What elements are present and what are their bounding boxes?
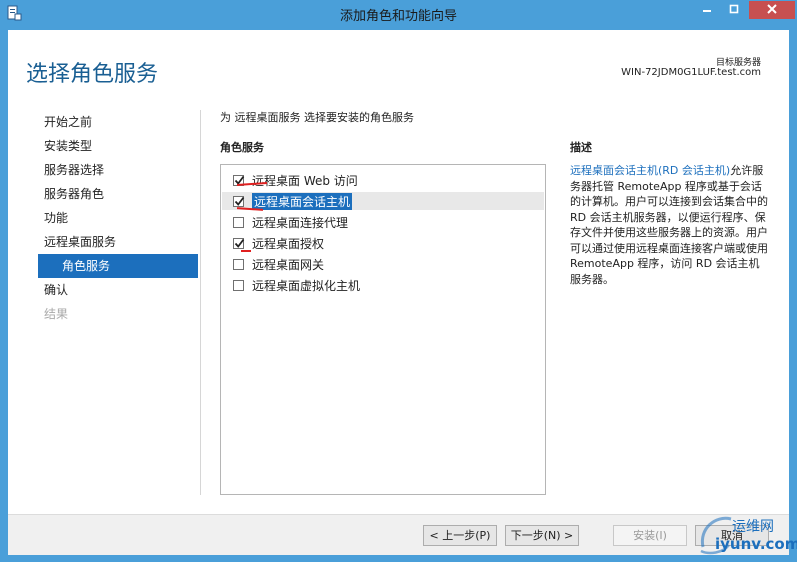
nav-item-confirmation[interactable]: 确认 bbox=[38, 278, 198, 302]
role-services-list[interactable]: 远程桌面 Web 访问 远程桌面会话主机 远程桌面连接代理 远程桌面授权 远程桌… bbox=[220, 164, 546, 495]
close-button[interactable] bbox=[749, 1, 795, 19]
nav-item-role-services[interactable]: 角色服务 bbox=[38, 254, 198, 278]
service-label: 远程桌面虚拟化主机 bbox=[252, 278, 361, 293]
minimize-icon bbox=[702, 3, 712, 17]
nav-item-remote-desktop-services[interactable]: 远程桌面服务 bbox=[38, 230, 198, 254]
service-label: 远程桌面连接代理 bbox=[252, 215, 349, 230]
window-title: 添加角色和功能向导 bbox=[339, 9, 457, 24]
red-underline-annotation bbox=[241, 250, 251, 252]
service-row-connection-broker[interactable]: 远程桌面连接代理 bbox=[233, 213, 348, 231]
checkmark-icon bbox=[234, 238, 245, 248]
description-link[interactable]: 远程桌面会话主机(RD 会话主机) bbox=[570, 164, 730, 177]
checkmark-icon bbox=[234, 196, 245, 206]
next-button[interactable]: 下一步(N) > bbox=[505, 525, 579, 546]
checkbox-connection-broker[interactable] bbox=[233, 216, 244, 228]
service-row-session-host[interactable]: 远程桌面会话主机 bbox=[222, 192, 544, 210]
nav-item-before-you-begin[interactable]: 开始之前 bbox=[38, 110, 198, 134]
checkbox-virtualization-host[interactable] bbox=[233, 279, 244, 291]
close-icon bbox=[767, 3, 777, 17]
title-bar[interactable]: 添加角色和功能向导 bbox=[0, 0, 797, 26]
nav-divider bbox=[200, 110, 201, 495]
role-services-header: 角色服务 bbox=[220, 141, 264, 154]
nav-item-features[interactable]: 功能 bbox=[38, 206, 198, 230]
watermark-text-domain: iyunv.com bbox=[715, 535, 797, 553]
nav-item-server-roles[interactable]: 服务器角色 bbox=[38, 182, 198, 206]
description-body: 允许服务器托管 RemoteApp 程序或基于会话的计算机。用户可以连接到会话集… bbox=[570, 164, 768, 286]
description-header: 描述 bbox=[570, 141, 592, 154]
checkbox-session-host[interactable] bbox=[233, 195, 245, 207]
watermark-text-cn: 运维网 bbox=[732, 519, 774, 535]
nav-item-installation-type[interactable]: 安装类型 bbox=[38, 134, 198, 158]
checkbox-licensing[interactable] bbox=[233, 237, 245, 249]
service-row-web-access[interactable]: 远程桌面 Web 访问 bbox=[233, 171, 358, 189]
wizard-window: 添加角色和功能向导 选择角色服务 目标服务器 WIN-72JDM0G1LUF.t… bbox=[0, 0, 797, 562]
checkbox-gateway[interactable] bbox=[233, 258, 244, 270]
page-title: 选择角色服务 bbox=[26, 62, 159, 87]
install-button: 安装(I) bbox=[613, 525, 687, 546]
wizard-nav: 开始之前 安装类型 服务器选择 服务器角色 功能 远程桌面服务 角色服务 确认 … bbox=[38, 110, 198, 326]
service-label: 远程桌面网关 bbox=[252, 257, 325, 272]
maximize-button[interactable] bbox=[722, 1, 746, 19]
service-row-gateway[interactable]: 远程桌面网关 bbox=[233, 255, 324, 273]
service-label: 远程桌面 Web 访问 bbox=[252, 173, 358, 188]
nav-item-results: 结果 bbox=[44, 307, 69, 321]
maximize-icon bbox=[729, 3, 739, 17]
wizard-footer: < 上一步(P) 下一步(N) > 安装(I) 取消 bbox=[8, 514, 789, 555]
minimize-button[interactable] bbox=[696, 1, 718, 19]
service-row-virtualization-host[interactable]: 远程桌面虚拟化主机 bbox=[233, 276, 360, 294]
service-label: 远程桌面授权 bbox=[252, 236, 325, 251]
description-text: 远程桌面会话主机(RD 会话主机)允许服务器托管 RemoteApp 程序或基于… bbox=[570, 163, 770, 287]
destination-server-name: WIN-72JDM0G1LUF.test.com bbox=[621, 67, 761, 78]
instruction-text: 为 远程桌面服务 选择要安装的角色服务 bbox=[220, 111, 414, 124]
wizard-client-area: 选择角色服务 目标服务器 WIN-72JDM0G1LUF.test.com 开始… bbox=[8, 30, 789, 555]
previous-button[interactable]: < 上一步(P) bbox=[423, 525, 497, 546]
service-label: 远程桌面会话主机 bbox=[252, 192, 353, 210]
nav-item-server-selection[interactable]: 服务器选择 bbox=[38, 158, 198, 182]
